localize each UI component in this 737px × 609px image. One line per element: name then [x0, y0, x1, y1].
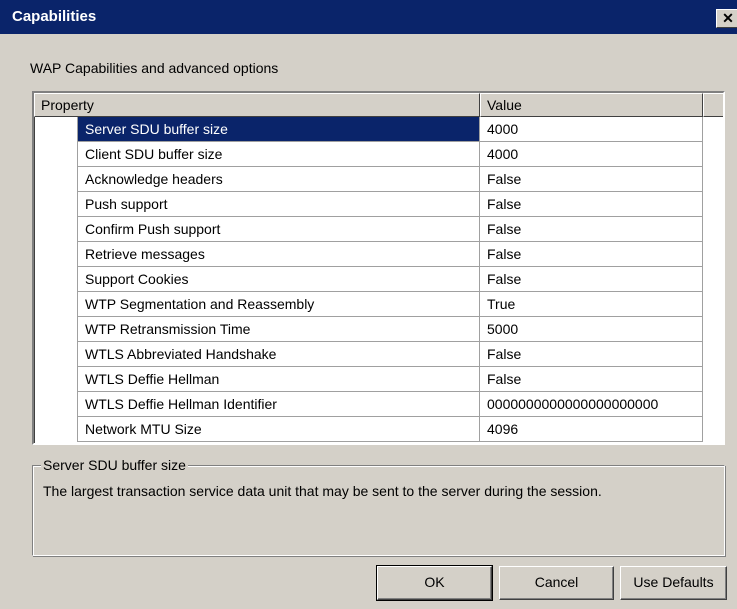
- property-cell[interactable]: Confirm Push support: [78, 217, 480, 242]
- value-cell[interactable]: 4000: [480, 142, 703, 167]
- value-cell[interactable]: False: [480, 192, 703, 217]
- row-margin: [34, 242, 78, 267]
- property-column-header[interactable]: Property: [34, 93, 480, 117]
- row-margin: [34, 392, 78, 417]
- close-button[interactable]: ✕: [716, 9, 737, 28]
- cancel-button[interactable]: Cancel: [499, 566, 614, 600]
- property-cell[interactable]: Retrieve messages: [78, 242, 480, 267]
- ok-button[interactable]: OK: [376, 565, 493, 601]
- description-group: Server SDU buffer size The largest trans…: [32, 457, 725, 556]
- value-column-header[interactable]: Value: [480, 93, 703, 117]
- property-cell[interactable]: Support Cookies: [78, 267, 480, 292]
- table-row[interactable]: Support Cookies False: [34, 267, 723, 292]
- dialog-subtitle: WAP Capabilities and advanced options: [30, 60, 279, 76]
- row-margin: [34, 192, 78, 217]
- table-row[interactable]: Confirm Push support False: [34, 217, 723, 242]
- row-margin: [34, 317, 78, 342]
- value-cell[interactable]: 5000: [480, 317, 703, 342]
- value-cell[interactable]: True: [480, 292, 703, 317]
- property-cell[interactable]: WTLS Abbreviated Handshake: [78, 342, 480, 367]
- row-margin: [34, 167, 78, 192]
- property-grid[interactable]: Property Value Server SDU buffer size 400…: [32, 91, 725, 445]
- row-margin: [34, 342, 78, 367]
- property-cell[interactable]: Server SDU buffer size: [78, 117, 480, 142]
- row-margin: [34, 267, 78, 292]
- value-cell[interactable]: False: [480, 267, 703, 292]
- capabilities-dialog: Capabilities ✕ WAP Capabilities and adva…: [0, 0, 737, 609]
- value-cell[interactable]: False: [480, 342, 703, 367]
- property-cell[interactable]: WTLS Deffie Hellman: [78, 367, 480, 392]
- property-cell[interactable]: WTLS Deffie Hellman Identifier: [78, 392, 480, 417]
- row-margin: [34, 142, 78, 167]
- row-margin: [34, 367, 78, 392]
- value-cell[interactable]: False: [480, 217, 703, 242]
- value-cell[interactable]: 4000: [480, 117, 703, 142]
- value-cell[interactable]: 4096: [480, 417, 703, 442]
- table-row[interactable]: WTP Retransmission Time 5000: [34, 317, 723, 342]
- use-defaults-button[interactable]: Use Defaults: [620, 566, 727, 600]
- value-cell[interactable]: False: [480, 242, 703, 267]
- value-cell[interactable]: 0000000000000000000000: [480, 392, 703, 417]
- grid-header: Property Value: [34, 93, 723, 117]
- property-cell[interactable]: Acknowledge headers: [78, 167, 480, 192]
- filler-column-header: [703, 93, 723, 117]
- property-cell[interactable]: Network MTU Size: [78, 417, 480, 442]
- window-title: Capabilities: [12, 8, 97, 25]
- property-cell[interactable]: WTP Retransmission Time: [78, 317, 480, 342]
- description-text: The largest transaction service data uni…: [43, 483, 602, 499]
- table-row[interactable]: Retrieve messages False: [34, 242, 723, 267]
- table-row[interactable]: WTLS Deffie Hellman Identifier 0000000000…: [34, 392, 723, 417]
- table-row[interactable]: WTLS Abbreviated Handshake False: [34, 342, 723, 367]
- title-bar[interactable]: Capabilities ✕: [0, 0, 737, 34]
- table-row[interactable]: Network MTU Size 4096: [34, 417, 723, 442]
- value-cell[interactable]: False: [480, 367, 703, 392]
- table-row[interactable]: Server SDU buffer size 4000: [34, 117, 723, 142]
- row-margin: [34, 217, 78, 242]
- table-row[interactable]: WTLS Deffie Hellman False: [34, 367, 723, 392]
- value-cell[interactable]: False: [480, 167, 703, 192]
- close-icon: ✕: [722, 10, 734, 26]
- row-margin: [34, 117, 78, 142]
- property-cell[interactable]: Client SDU buffer size: [78, 142, 480, 167]
- description-title: Server SDU buffer size: [41, 457, 188, 473]
- table-row[interactable]: Client SDU buffer size 4000: [34, 142, 723, 167]
- table-row[interactable]: WTP Segmentation and Reassembly True: [34, 292, 723, 317]
- property-cell[interactable]: Push support: [78, 192, 480, 217]
- row-margin: [34, 292, 78, 317]
- table-row[interactable]: Push support False: [34, 192, 723, 217]
- row-margin: [34, 417, 78, 442]
- property-cell[interactable]: WTP Segmentation and Reassembly: [78, 292, 480, 317]
- table-row[interactable]: Acknowledge headers False: [34, 167, 723, 192]
